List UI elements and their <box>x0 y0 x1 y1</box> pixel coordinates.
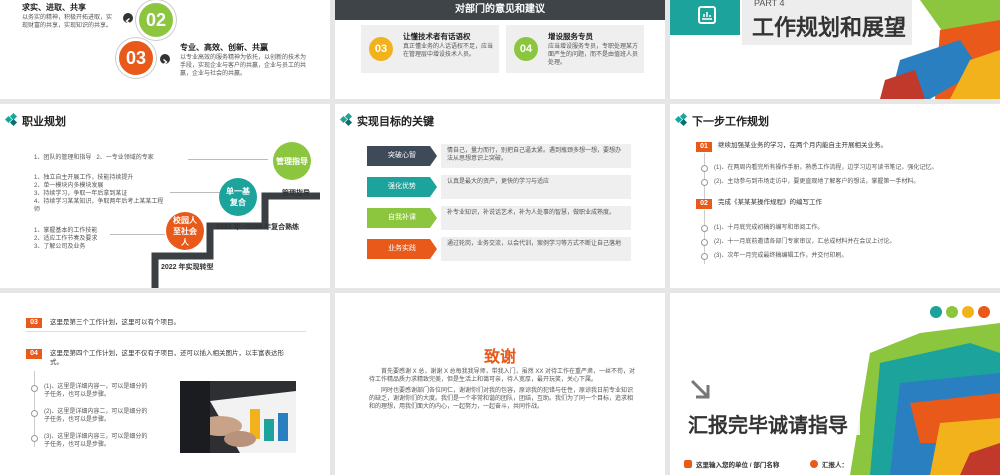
timeline-dot <box>31 435 38 442</box>
home-icon <box>684 460 692 468</box>
career-list-top: 1、团队的管理和指导 2、一专业领域的专家 <box>34 155 154 161</box>
office-photo-image <box>180 381 296 453</box>
chart-icon <box>698 6 716 24</box>
slide-title: 致谢 <box>483 349 516 366</box>
section-icon <box>339 112 353 127</box>
user-icon <box>810 460 818 468</box>
slide-title: 实现目标的关键 <box>357 116 434 128</box>
slide-suggestions[interactable]: 对部门的意见和建议 03 让懂技术者有话语权 真正懂业务的人话语权不足，应当在管… <box>335 0 665 99</box>
value-title-1: 求实、进取、共享 <box>22 3 86 12</box>
career-list-low: 1、掌握基本的工作技能 2、适应工作节奏及要求 3、了解公司及业务 <box>34 228 98 251</box>
value-desc-1: 以务实的精神，积极开拓进取，实现财富的共享，实现知识的共享。 <box>22 15 113 30</box>
slide-next-plan[interactable]: 下一步工作规划 01 继续加强某业务的学习，在两个月内能自主开展相关业务。 (1… <box>670 104 1000 288</box>
key-description: 认真是最大的资产，更快的学习与适应 <box>441 175 631 199</box>
stage-label-top: 管理指导 <box>282 190 310 197</box>
card-title: 增设服务专员 <box>548 32 593 41</box>
key-label: 业务实践 <box>367 239 437 259</box>
plan-subitem: (1)、十月底完成初稿的编写和审阅工作。 <box>714 225 824 231</box>
reporter-field: 汇报人： <box>810 459 848 469</box>
timeline-line <box>704 153 705 203</box>
slide-title: 工作规划和展望 <box>752 15 907 40</box>
arrow-left-icon <box>123 13 133 25</box>
number-badge: 03 <box>26 318 42 328</box>
timeline-dot <box>701 239 708 246</box>
timeline-dot <box>701 253 708 260</box>
slide-career-plan[interactable]: 职业规划 1、团队的管理和指导 2、一专业领域的专家 1、独立自主开展工作，技能… <box>0 104 330 288</box>
key-description: 通过轮岗，业务交流，以会代训，案例学习等方式不断让自己落地 <box>441 237 631 261</box>
title-bar: 对部门的意见和建议 <box>335 0 665 20</box>
stage-circle-top: 管理指导 <box>273 142 311 180</box>
timeline-dot <box>701 165 708 172</box>
unit-label: 这里输入您的单位 / 部门名称 <box>696 462 780 469</box>
timeline-dot <box>701 225 708 232</box>
stage-circle-low: 校园人至社会人 <box>166 212 204 250</box>
plan-item-title: 继续加强某业务的学习，在两个月内能自主开展相关业务。 <box>718 142 887 149</box>
reporter-label: 汇报人： <box>822 462 848 469</box>
plan-subitem: (1)、在两周内看完所有操作手册，熟悉工作流程，边学习边写读书笔记，强化记忆。 <box>714 165 938 171</box>
number-badge: 04 <box>514 37 538 61</box>
career-list-mid: 1、独立自主开展工作，技能持续提升 2、单一模块内多模块发展 3、持续学习，争取… <box>34 175 164 214</box>
number-badge: 02 <box>696 199 712 209</box>
suggestion-card-2: 04 增设服务专员 应当增设服务专员，专职处理某方面严生的问题，而不是由值班人员… <box>506 25 644 73</box>
arrow-right-icon <box>160 54 170 66</box>
key-label: 突破心智 <box>367 146 437 166</box>
card-desc: 真正懂业务的人话语权不足，应当在管理层中增设技术人员。 <box>403 44 494 59</box>
value-title-3: 专业、高效、创新、共赢 <box>180 43 268 52</box>
plan-subitem: (1)、这里是详细内容一，可以是细分的子任务，也可以是步骤。 <box>44 384 148 399</box>
key-label: 强化优势 <box>367 177 437 197</box>
slide-title: 下一步工作规划 <box>692 116 769 128</box>
section-icon <box>4 112 18 127</box>
unit-field: 这里输入您的单位 / 部门名称 <box>684 459 779 469</box>
plan-subitem: (2)、这里是详细内容二，可以是细分的子任务，也可以是步骤。 <box>44 409 148 424</box>
timeline-dot <box>31 410 38 417</box>
section-icon <box>674 112 688 127</box>
suggestion-card-1: 03 让懂技术者有话语权 真正懂业务的人话语权不足，应当在管理层中增设技术人员。 <box>361 25 499 73</box>
arrow-diagonal-icon <box>690 379 710 399</box>
part-label: PART 4 <box>754 0 785 8</box>
key-label: 自我补课 <box>367 208 437 228</box>
number-02-circle: 02 <box>136 0 176 40</box>
thanks-paragraph-1: 首先要感谢 X 总，谢谢 X 总每我我导师，带我入门，虽然 XX 对待工作在重严… <box>369 369 636 384</box>
plan-item-title: 这里是第三个工作计划，这里可以有个项目。 <box>50 319 180 326</box>
number-badge: 03 <box>369 37 393 61</box>
plan-item-title: 完成《某某某操作规程》的编写工作 <box>718 199 822 206</box>
slide-plans-3-4[interactable]: 03 这里是第三个工作计划，这里可以有个项目。 04 这里是第四个工作计划，这里… <box>0 293 330 475</box>
thanks-paragraph-2: 同时也要感谢部门各位同仁，谢谢你们对我的包容，原谅我的犯错与任性，原谅我日前专业… <box>369 388 634 411</box>
slide-title: 职业规划 <box>22 116 66 128</box>
number-badge: 04 <box>26 349 42 359</box>
slide-end[interactable]: 汇报完毕诚请指导 这里输入您的单位 / 部门名称 汇报人： <box>670 293 1000 475</box>
timeline-dot <box>701 179 708 186</box>
key-description: 补专业知识，补说话艺术，补为人处事的智慧，做职业成熟度。 <box>441 206 631 230</box>
slide-title: 对部门的意见和建议 <box>455 4 545 15</box>
timeline-dot <box>31 385 38 392</box>
plan-subitem: (3)、次年一月完成最终稿编辑工作，并交付印刷。 <box>714 253 848 259</box>
plan-subitem: (2)、主动参与到市场走访中，要更直观地了解客户的想法，掌握第一手材料。 <box>714 179 920 185</box>
stage-label-low: 2022 年实现转型 <box>161 264 214 271</box>
divider <box>26 331 306 332</box>
slide-title: 汇报完毕诚请指导 <box>688 415 848 437</box>
stage-label-mid: 2023 年 ~2024 年复合熟练 <box>216 224 300 231</box>
number-badge: 01 <box>696 142 712 152</box>
plan-item-title: 这里是第四个工作计划，这里不仅有子项目，还可以插入相关图片，以丰富表达形式。 <box>50 350 284 366</box>
plan-subitem: (3)、这里是详细内容三，可以是细分的子任务，也可以是步骤。 <box>44 434 148 449</box>
slide-thanks[interactable]: 致谢 首先要感谢 X 总，谢谢 X 总每我我导师，带我入门，虽然 XX 对待工作… <box>335 293 665 475</box>
slide-part4-cover[interactable]: PART 4 工作规划和展望 <box>670 0 1000 99</box>
slide-key-factors[interactable]: 实现目标的关键 突破心智 情自己，量力而行，别把自己逼太紧。遇到瓶颈多想一想，要想… <box>335 104 665 288</box>
number-03-circle: 03 <box>116 38 156 78</box>
card-desc: 应当增设服务专员，专职处理某方面严生的问题，而不是由值班人员处理。 <box>548 44 639 67</box>
key-description: 情自己，量力而行，别把自己逼太紧。遇到瓶颈多想一想，要想办法从思想意识上突破。 <box>441 144 631 168</box>
slide-values[interactable]: 求实、进取、共享 以务实的精神，积极开拓进取，实现财富的共享，实现知识的共享。 … <box>0 0 330 99</box>
value-desc-3: 以专业高效的服务精神为依托，以创新的技术为手段，实现企业与客户的共赢，企业与员工… <box>180 55 307 78</box>
card-title: 让懂技术者有话语权 <box>403 32 471 41</box>
plan-subitem: (2)、十一月底前邀请各部门专家审议，汇总成材料并在会议上讨论。 <box>714 239 896 245</box>
stage-circle-mid: 单一基复合 <box>219 178 257 216</box>
decorative-stripes <box>850 323 1000 475</box>
